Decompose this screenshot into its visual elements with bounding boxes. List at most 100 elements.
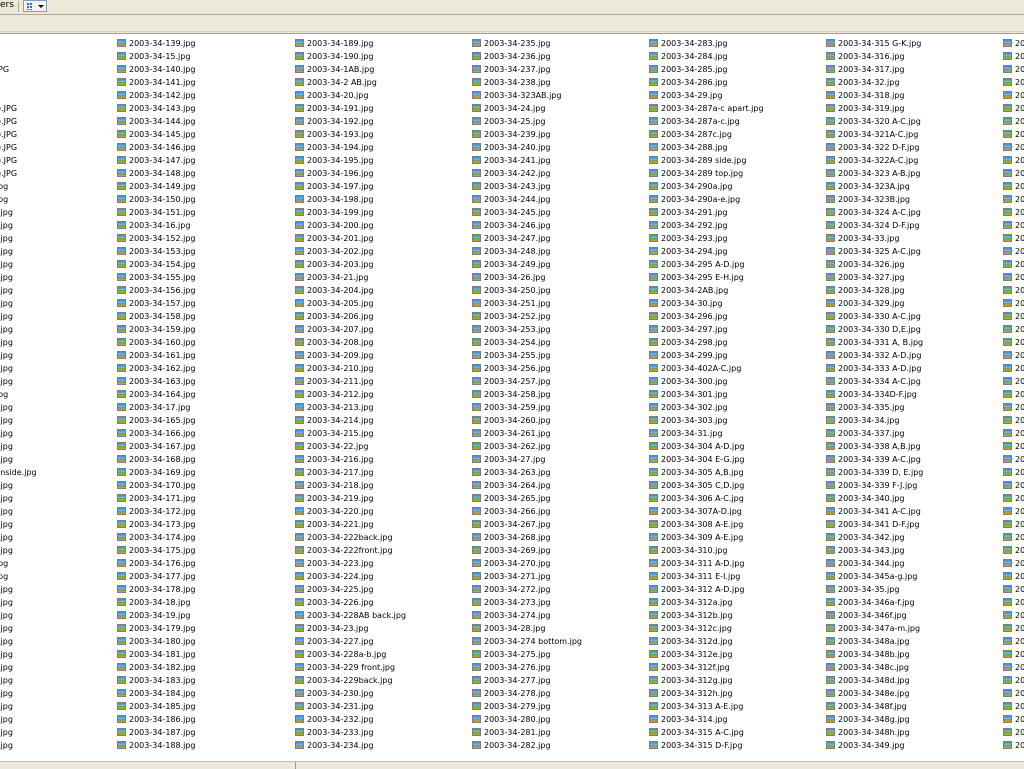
image-file-icon <box>117 312 126 320</box>
file-name: 2003-34-262.jpg <box>484 442 551 451</box>
file-name: 2003-34-35.jpg <box>838 585 900 594</box>
file-name: .jpg <box>0 507 13 516</box>
image-file-icon <box>295 169 304 177</box>
file-name: 20 <box>1015 663 1024 672</box>
image-file-icon <box>295 637 304 645</box>
file-name: 2003-34-34.jpg <box>838 416 900 425</box>
image-file-icon <box>826 429 835 437</box>
file-name: 2003-34-235.jpg <box>484 39 551 48</box>
file-name: 2003-34-205.jpg <box>307 299 374 308</box>
image-file-icon <box>826 611 835 619</box>
file-name: 2003-34-339 A-C.jpg <box>838 455 921 464</box>
image-file-icon <box>649 169 658 177</box>
file-name: 20 <box>1015 104 1024 113</box>
file-name: 2003-34-402A-C.jpg <box>661 364 742 373</box>
image-file-icon <box>117 507 126 515</box>
image-file-icon <box>117 338 126 346</box>
file-name: .jpg <box>0 598 13 607</box>
file-name: 2003-34-200.jpg <box>307 221 374 230</box>
file-name: .jpg <box>0 338 13 347</box>
file-name: 2003-34-1AB.jpg <box>307 65 375 74</box>
file-name: 2003-34-320 A-C.jpg <box>838 117 921 126</box>
image-file-icon <box>117 481 126 489</box>
file-name: 2003-34-203.jpg <box>307 260 374 269</box>
image-file-icon <box>649 351 658 359</box>
file-name: 2003-34-168.jpg <box>129 455 196 464</box>
file-list[interactable]: PG).JPG).JPG).JPG).JPG).JPG).JPG pg pg .jpg… <box>0 35 1024 761</box>
file-name: 2003-34-174.jpg <box>129 533 196 542</box>
toolbar-label[interactable]: ers <box>0 0 14 10</box>
file-name: 2003-34-33.jpg <box>838 234 900 243</box>
file-name: 20 <box>1015 39 1024 48</box>
image-file-icon <box>649 637 658 645</box>
file-name: 2003-34-291.jpg <box>661 208 728 217</box>
file-name: pg <box>0 182 9 191</box>
file-name: 2003-34-348c.jpg <box>838 663 909 672</box>
file-name: 2003-34-178.jpg <box>129 585 196 594</box>
file-name: 2003-34-231.jpg <box>307 702 374 711</box>
image-file-icon <box>295 416 304 424</box>
file-name: 2003-34-317.jpg <box>838 65 905 74</box>
image-file-icon <box>1003 481 1012 489</box>
file-name: 2003-34-313 A-E.jpg <box>661 702 744 711</box>
file-name: .jpg <box>0 312 13 321</box>
image-file-icon <box>117 182 126 190</box>
file-name: 2003-34-192.jpg <box>307 117 374 126</box>
file-name: 2003-34-141.jpg <box>129 78 196 87</box>
views-button[interactable] <box>23 0 47 12</box>
file-name: 2003-34-330 D,E.jpg <box>838 325 921 334</box>
file-name: 2003-34-305 A,B.jpg <box>661 468 744 477</box>
file-name: .jpg <box>0 377 13 386</box>
image-file-icon <box>472 624 481 632</box>
image-file-icon <box>295 117 304 125</box>
image-file-icon <box>117 741 126 749</box>
file-name: 20 <box>1015 143 1024 152</box>
image-file-icon <box>826 338 835 346</box>
file-name: 2003-34-15.jpg <box>129 52 191 61</box>
file-name: 2003-34-16.jpg <box>129 221 191 230</box>
file-name: 20 <box>1015 286 1024 295</box>
image-file-icon <box>649 364 658 372</box>
image-file-icon <box>117 715 126 723</box>
file-name: 2003-34-315 A-C.jpg <box>661 728 744 737</box>
file-name: 2003-34-323AB.jpg <box>484 91 562 100</box>
image-file-icon <box>649 416 658 424</box>
image-file-icon <box>826 689 835 697</box>
views-grid-icon <box>27 3 34 10</box>
file-name: 2003-34-240.jpg <box>484 143 551 152</box>
image-file-icon <box>826 637 835 645</box>
image-file-icon <box>649 117 658 125</box>
image-file-icon <box>826 585 835 593</box>
image-file-icon <box>1003 650 1012 658</box>
image-file-icon <box>295 39 304 47</box>
file-name: 2003-34-274.jpg <box>484 611 551 620</box>
file-name: 20 <box>1015 78 1024 87</box>
file-name: 2003-34-207.jpg <box>307 325 374 334</box>
file-name: 2003-34-140.jpg <box>129 65 196 74</box>
file-name: 20 <box>1015 273 1024 282</box>
file-name: pg <box>0 559 9 568</box>
image-file-icon <box>649 208 658 216</box>
file-name: 2003-34-312e.jpg <box>661 650 733 659</box>
image-file-icon <box>472 676 481 684</box>
file-name: 2003-34-2AB.jpg <box>661 286 729 295</box>
file-name: 2003-34-208.jpg <box>307 338 374 347</box>
image-file-icon <box>1003 715 1012 723</box>
image-file-icon <box>826 195 835 203</box>
file-name: 2003-34-209.jpg <box>307 351 374 360</box>
image-file-icon <box>472 208 481 216</box>
image-file-icon <box>472 273 481 281</box>
image-file-icon <box>117 364 126 372</box>
file-name: 2003-34-342.jpg <box>838 533 905 542</box>
file-name: 2003-34-327.jpg <box>838 273 905 282</box>
file-name: 2003-34-309 A-E.jpg <box>661 533 744 542</box>
image-file-icon <box>472 572 481 580</box>
image-file-icon <box>117 286 126 294</box>
file-name: 2003-34-287c.jpg <box>661 130 732 139</box>
file-name: 20 <box>1015 91 1024 100</box>
file-name: 2003-34-166.jpg <box>129 429 196 438</box>
file-name: 2003-34-267.jpg <box>484 520 551 529</box>
image-file-icon <box>826 702 835 710</box>
file-name: 20 <box>1015 377 1024 386</box>
file-name: .jpg <box>0 429 13 438</box>
